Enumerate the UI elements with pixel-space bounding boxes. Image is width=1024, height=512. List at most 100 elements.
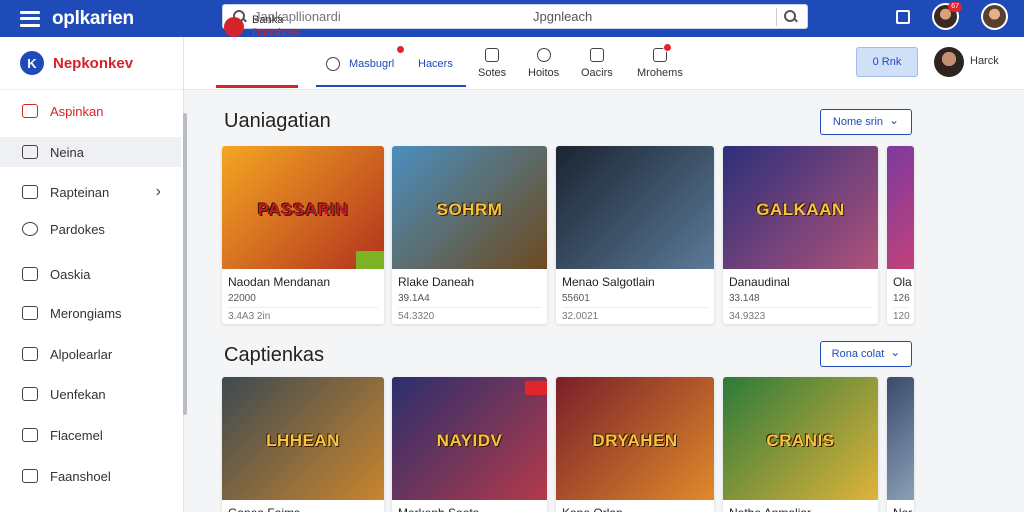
- game-card[interactable]: Ola 126 120: [887, 146, 914, 324]
- tab-item-label: Mrohems: [637, 67, 683, 79]
- game-name: Ganea Faims: [228, 506, 384, 512]
- controller-icon: [22, 104, 38, 118]
- game-card[interactable]: NAYIDV Merkenh Saets: [392, 377, 547, 512]
- game-thumbnail[interactable]: [887, 146, 914, 269]
- sidebar-item-5[interactable]: Merongiams: [0, 298, 181, 328]
- game-stat-primary: 33.148: [729, 293, 760, 304]
- game-thumbnail[interactable]: CRANIS: [723, 377, 878, 500]
- game-card[interactable]: LHHEAN Ganea Faims: [222, 377, 384, 512]
- grid-icon: [22, 145, 38, 159]
- sidebar-item-7[interactable]: Uenfekan: [0, 379, 181, 409]
- brand-name: Nepkonkev: [53, 54, 134, 72]
- section-filter-label: Nome srin: [832, 116, 884, 128]
- game-art-title: DRYAHEN: [592, 430, 678, 450]
- sidebar-item-9[interactable]: Faanshoel: [0, 461, 181, 491]
- game-stat-secondary: 34.9323: [729, 311, 766, 322]
- fire-icon: [224, 16, 244, 37]
- sidebar-item-label: Pardokes: [50, 221, 105, 237]
- game-card[interactable]: SOHRM Rlake Daneah 39.1A4 54.3320: [392, 146, 547, 324]
- tag-icon: [22, 347, 38, 361]
- sidebar-item-label: Neina: [50, 144, 84, 160]
- game-stat-secondary: 54.3320: [398, 311, 435, 322]
- sidebar-brand[interactable]: K Nepkonkev: [0, 37, 183, 90]
- sidebar-item-1[interactable]: Neina: [0, 137, 181, 167]
- tab-hacers[interactable]: Hacers: [418, 37, 453, 90]
- sidebar-item-4[interactable]: Oaskia: [0, 259, 181, 289]
- bag-icon[interactable]: [896, 9, 910, 24]
- game-name: Kane Orlan: [562, 506, 714, 512]
- section-title: Captienkas: [224, 344, 325, 366]
- card-divider: [893, 307, 908, 308]
- profile-avatar[interactable]: [981, 3, 1008, 30]
- game-art-title: LHHEAN: [266, 430, 340, 450]
- game-stat-primary: 39.1A4: [398, 293, 430, 304]
- card-divider: [398, 307, 541, 308]
- pencil-icon: [485, 48, 500, 62]
- tab-item-0[interactable]: Sotes: [478, 37, 506, 90]
- section-filter-button[interactable]: Rona colat ⌄: [820, 341, 912, 367]
- card-divider: [729, 307, 872, 308]
- clock-icon: [22, 222, 38, 236]
- game-stat-primary: 55601: [562, 293, 590, 304]
- tab-item-3[interactable]: Mrohems: [637, 37, 683, 90]
- tab-banka-line1: Banka: [252, 13, 284, 26]
- section-filter-button[interactable]: Nome srin ⌄: [820, 109, 912, 135]
- game-art-title: PASSARIN: [257, 199, 349, 219]
- tab-banka[interactable]: Banka Danabres: [224, 0, 300, 53]
- game-card[interactable]: DRYAHEN Kane Orlan: [556, 377, 714, 512]
- search-divider: [776, 8, 777, 26]
- sidebar-item-label: Rapteinan: [50, 184, 110, 200]
- tab-badge-dot: [662, 43, 672, 52]
- game-thumbnail[interactable]: NAYIDV: [392, 377, 547, 500]
- sidebar-item-label: Flacemel: [50, 427, 103, 443]
- game-name: Danaudinal: [729, 275, 790, 289]
- game-thumbnail[interactable]: PASSARIN: [222, 146, 384, 269]
- game-card[interactable]: Nor: [887, 377, 914, 512]
- game-card[interactable]: PASSARIN Naodan Mendanan 22000 3.4A3 2in: [222, 146, 384, 324]
- game-name: Menao Salgotlain: [562, 275, 655, 289]
- game-stat-secondary: 32.0021: [562, 311, 599, 322]
- game-stat-secondary: 3.4A3 2in: [228, 311, 271, 322]
- sidebar-item-0[interactable]: Aspinkan: [0, 96, 181, 126]
- game-thumbnail[interactable]: GALKAAN: [723, 146, 878, 269]
- tab-masbugrl[interactable]: Masbugrl: [326, 37, 405, 90]
- game-thumbnail[interactable]: SOHRM: [392, 146, 547, 269]
- game-thumbnail[interactable]: [887, 377, 914, 500]
- tab-item-1[interactable]: Hoitos: [528, 37, 559, 90]
- game-name: Nethe Anmaliar: [729, 506, 878, 512]
- tab-active-indicator: [216, 85, 298, 88]
- game-thumbnail[interactable]: LHHEAN: [222, 377, 384, 500]
- square-icon: [22, 387, 38, 401]
- tab-item-label: Hoitos: [528, 67, 560, 79]
- rank-button[interactable]: 0 Rnk: [856, 47, 918, 77]
- sidebar-item-label: Merongiams: [50, 305, 122, 321]
- sidebar-item-2[interactable]: Rapteinan ›: [0, 177, 181, 207]
- tab-banka-label: Banka Danabres: [252, 14, 300, 40]
- game-thumbnail[interactable]: [556, 146, 714, 269]
- game-art-title: CRANIS: [766, 430, 835, 450]
- hamburger-icon[interactable]: [20, 10, 40, 27]
- game-stat-secondary: 120: [893, 311, 910, 322]
- tab-item-label: Sotes: [478, 67, 507, 79]
- notifications-avatar[interactable]: 67: [932, 2, 962, 30]
- sidebar-item-label: Uenfekan: [50, 386, 106, 402]
- sidebar-item-3[interactable]: Pardokes: [0, 214, 181, 244]
- chevron-down-icon: ⌄: [890, 345, 901, 359]
- sidebar-item-8[interactable]: Flacemel: [0, 420, 181, 450]
- tab-secondary-indicator: [316, 85, 466, 87]
- tab-item-2[interactable]: Oacirs: [581, 37, 613, 90]
- game-card[interactable]: CRANIS Nethe Anmaliar: [723, 377, 878, 512]
- sidebar-scrollbar[interactable]: [183, 113, 187, 415]
- tab-masbugrl-label: Masbugrl: [349, 57, 395, 70]
- search-submit-icon[interactable]: [784, 10, 798, 24]
- game-card[interactable]: Menao Salgotlain 55601 32.0021: [556, 146, 714, 324]
- game-thumbnail[interactable]: DRYAHEN: [556, 377, 714, 500]
- game-card[interactable]: GALKAAN Danaudinal 33.148 34.9323: [723, 146, 878, 324]
- search-bar[interactable]: Jpgnleach: [222, 4, 808, 29]
- game-name: Merkenh Saets: [398, 506, 547, 512]
- game-name: Rlake Daneah: [398, 275, 475, 289]
- card-divider: [562, 307, 708, 308]
- user-avatar[interactable]: [934, 47, 964, 77]
- sidebar-item-6[interactable]: Alpolearlar: [0, 339, 181, 369]
- new-badge-icon: [525, 381, 547, 395]
